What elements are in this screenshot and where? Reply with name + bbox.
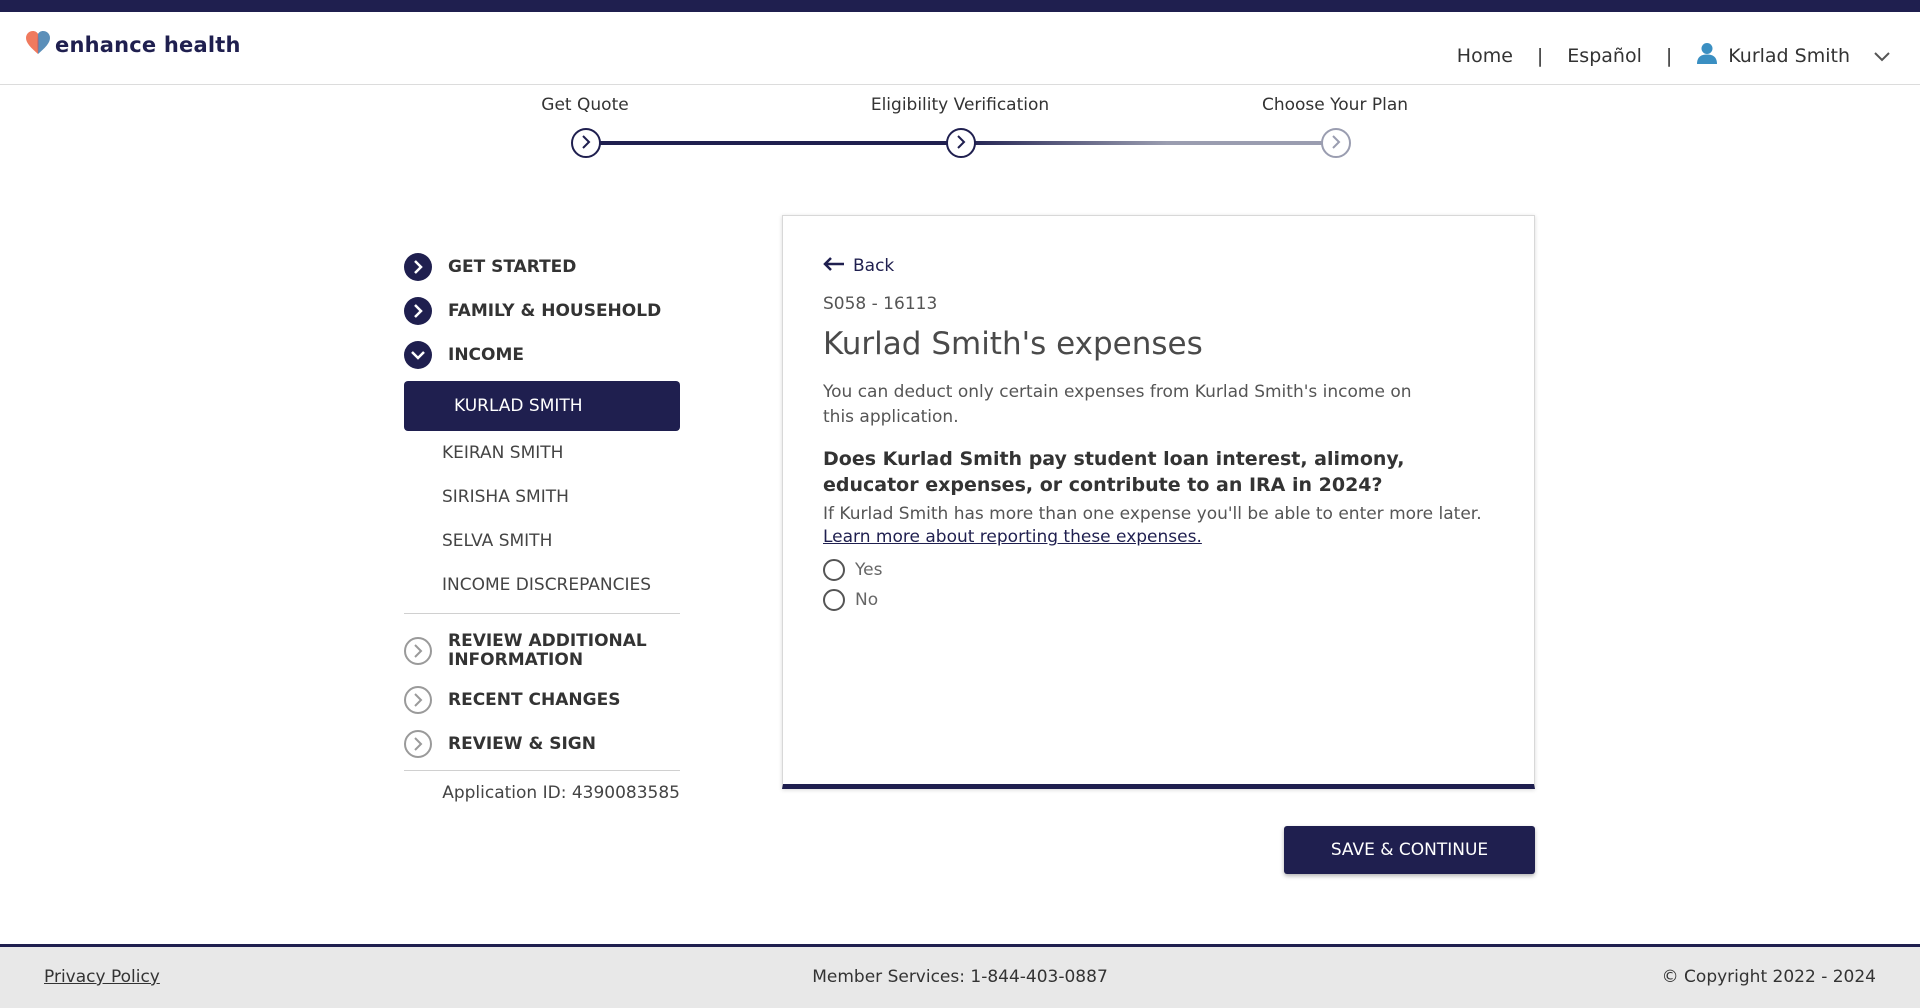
privacy-policy-link[interactable]: Privacy Policy xyxy=(44,967,160,987)
radio-option-no[interactable]: No xyxy=(823,589,1493,611)
top-nav: Home | Español | Kurlad Smith xyxy=(1457,42,1890,69)
top-brand-strip xyxy=(0,0,1920,12)
application-id: Application ID: 4390083585 xyxy=(442,783,680,803)
back-link[interactable]: Back xyxy=(823,256,1493,276)
site-header: enhance health Home | Español | Kurlad S… xyxy=(0,12,1920,85)
learn-more-link[interactable]: Learn more about reporting these expense… xyxy=(823,527,1202,547)
chevron-down-icon xyxy=(1874,45,1890,67)
description: You can deduct only certain expenses fro… xyxy=(823,382,1412,427)
sidebar-item-income[interactable]: INCOME xyxy=(404,333,680,377)
question-hint: If Kurlad Smith has more than one expens… xyxy=(823,504,1482,524)
chevron-right-icon xyxy=(955,134,967,153)
sidebar-item-label: GET STARTED xyxy=(448,256,577,277)
nav-separator: | xyxy=(1536,44,1544,67)
progress-track-complete xyxy=(586,141,961,145)
chevron-right-icon xyxy=(1330,134,1342,153)
nav-language-link[interactable]: Español xyxy=(1567,45,1642,67)
logo-text: enhance health xyxy=(55,33,241,57)
sidebar-item-label: INCOME xyxy=(448,344,525,365)
sidebar-item-get-started[interactable]: GET STARTED xyxy=(404,245,680,289)
user-menu[interactable]: Kurlad Smith xyxy=(1696,42,1890,69)
logo[interactable]: enhance health xyxy=(25,30,241,60)
nav-home-link[interactable]: Home xyxy=(1457,45,1513,67)
heart-logo-icon xyxy=(25,30,51,60)
radio-label-no: No xyxy=(855,590,879,610)
chevron-down-filled-icon xyxy=(404,341,432,369)
question-text: Does Kurlad Smith pay student loan inter… xyxy=(823,448,1405,496)
back-label: Back xyxy=(853,256,895,276)
screen-code: S058 - 16113 xyxy=(823,294,938,314)
sidebar-divider xyxy=(404,770,680,771)
copyright: © Copyright 2022 - 2024 xyxy=(1661,967,1876,987)
sidebar-item-review-sign[interactable]: REVIEW & SIGN xyxy=(404,722,680,766)
user-avatar-icon xyxy=(1696,42,1718,69)
sidebar-subitem-kurlad-smith[interactable]: KURLAD SMITH xyxy=(404,381,680,431)
sidebar-item-recent-changes[interactable]: RECENT CHANGES xyxy=(404,678,680,722)
chevron-right-outline-icon xyxy=(404,730,432,758)
radio-option-yes[interactable]: Yes xyxy=(823,559,1493,581)
sidebar-item-label: FAMILY & HOUSEHOLD xyxy=(448,300,662,321)
save-continue-button[interactable]: SAVE & CONTINUE xyxy=(1284,826,1535,874)
user-name: Kurlad Smith xyxy=(1728,44,1850,67)
sidebar-divider xyxy=(404,613,680,614)
sidebar-item-label-line2: INFORMATION xyxy=(448,650,584,670)
step-label-choose-plan: Choose Your Plan xyxy=(1261,95,1409,115)
chevron-right-outline-icon xyxy=(404,637,432,665)
chevron-right-outline-icon xyxy=(404,686,432,714)
sidebar-item-family-household[interactable]: FAMILY & HOUSEHOLD xyxy=(404,289,680,333)
page-title: Kurlad Smith's expenses xyxy=(823,326,1203,362)
radio-button-no[interactable] xyxy=(823,589,845,611)
sidebar-item-review-additional-information[interactable]: REVIEW ADDITIONAL INFORMATION xyxy=(404,624,680,678)
expenses-card: Back S058 - 16113 Kurlad Smith's expense… xyxy=(782,215,1535,789)
step-eligibility[interactable] xyxy=(946,128,976,158)
site-footer: Member Services: 1-844-403-0887 Privacy … xyxy=(0,944,1920,1008)
chevron-right-filled-icon xyxy=(404,253,432,281)
sidebar-subitem-sirisha-smith[interactable]: SIRISHA SMITH xyxy=(404,475,680,519)
member-services: Member Services: 1-844-403-0887 xyxy=(812,967,1108,987)
chevron-right-filled-icon xyxy=(404,297,432,325)
sidebar-subitem-income-discrepancies[interactable]: INCOME DISCREPANCIES xyxy=(404,563,680,607)
sidebar-item-label-line1: REVIEW ADDITIONAL xyxy=(448,631,647,651)
progress-track-pending xyxy=(961,141,1336,145)
sidebar-item-label: REVIEW ADDITIONAL INFORMATION xyxy=(448,632,647,670)
sidebar-subitem-selva-smith[interactable]: SELVA SMITH xyxy=(404,519,680,563)
step-choose-plan[interactable] xyxy=(1321,128,1351,158)
step-label-get-quote: Get Quote xyxy=(541,95,629,115)
step-label-eligibility: Eligibility Verification xyxy=(870,95,1050,115)
sidebar-item-label: REVIEW & SIGN xyxy=(448,733,596,754)
progress-stepper: Get Quote Eligibility Verification Choos… xyxy=(0,85,1920,175)
radio-label-yes: Yes xyxy=(855,560,883,580)
chevron-right-icon xyxy=(580,134,592,153)
arrow-left-icon xyxy=(823,256,845,276)
radio-button-yes[interactable] xyxy=(823,559,845,581)
application-sidebar: GET STARTED FAMILY & HOUSEHOLD INCOME KU… xyxy=(404,245,680,803)
sidebar-item-label: RECENT CHANGES xyxy=(448,689,621,710)
sidebar-subitem-keiran-smith[interactable]: KEIRAN SMITH xyxy=(404,431,680,475)
nav-separator: | xyxy=(1665,44,1673,67)
step-get-quote[interactable] xyxy=(571,128,601,158)
